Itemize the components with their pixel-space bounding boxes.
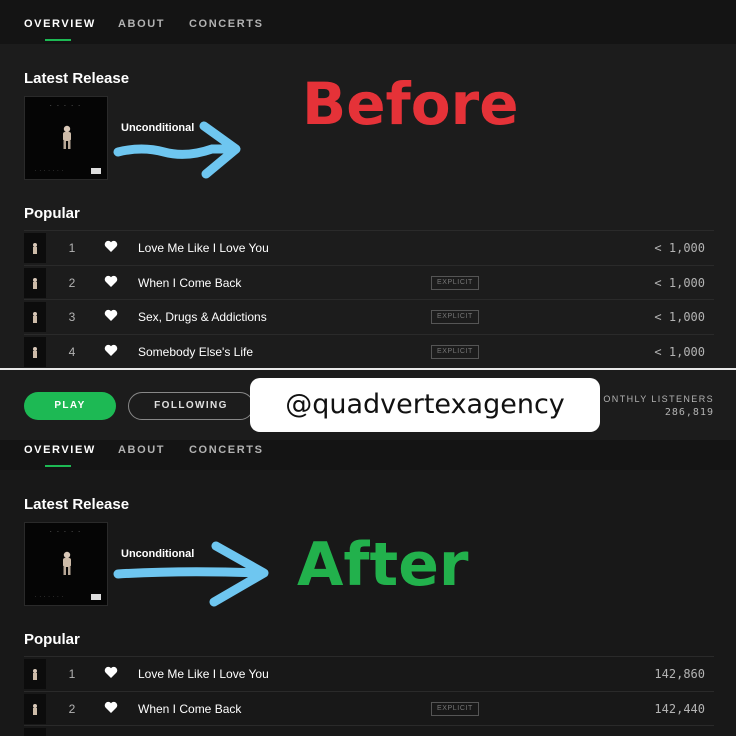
tab-overview[interactable]: OVERVIEW [24,18,96,30]
track-name: Sex, Drugs & Addictions [138,310,267,325]
track-play-count: < 1,000 [654,275,705,290]
heart-icon[interactable] [104,275,118,288]
track-number: 4 [68,344,76,359]
latest-release-heading: Latest Release [24,70,130,87]
track-row[interactable]: 1 Love Me Like I Love You 142,860 [24,656,714,691]
track-thumbnail [24,728,46,736]
track-number: 2 [68,275,76,290]
track-number: 2 [68,701,76,716]
cover-figure-icon [63,125,71,149]
album-cover[interactable]: · · · · · · · · · · · · [24,522,108,606]
heart-icon[interactable] [104,309,118,322]
heart-icon[interactable] [104,701,118,714]
track-row[interactable]: 2 When I Come Back EXPLICIT 142,440 [24,690,714,726]
explicit-badge: EXPLICIT [431,310,479,325]
track-thumbnail [24,336,46,367]
tab-overview[interactable]: OVERVIEW [24,444,96,456]
tab-about[interactable]: ABOUT [118,18,165,30]
track-row[interactable]: 4 Somebody Else's Life EXPLICIT < 1,000 [24,333,714,368]
before-label: Before [302,70,519,138]
track-name: When I Come Back [138,701,242,716]
track-number: 3 [68,310,76,325]
explicit-badge: EXPLICIT [431,701,479,716]
track-name: Love Me Like I Love You [138,241,269,255]
popular-heading: Popular [24,205,80,222]
cover-figure-icon [63,551,71,575]
before-panel: OVERVIEW ABOUT CONCERTS Latest Release ·… [0,0,736,368]
track-row[interactable]: 1 Love Me Like I Love You < 1,000 [24,230,714,265]
track-thumbnail [24,267,46,298]
track-play-count: < 1,000 [654,241,705,255]
latest-release-heading: Latest Release [24,496,130,513]
heart-icon[interactable] [104,344,118,357]
explicit-badge: EXPLICIT [431,275,479,290]
play-button[interactable]: PLAY [24,392,116,420]
track-name: Somebody Else's Life [138,344,254,359]
popular-tracks-list: 1 Love Me Like I Love You < 1,000 2 When… [24,230,714,368]
tab-concerts[interactable]: CONCERTS [189,18,264,30]
explicit-badge: EXPLICIT [431,344,479,359]
track-thumbnail [24,659,46,689]
track-play-count: < 1,000 [654,310,705,325]
tab-about[interactable]: ABOUT [118,444,165,456]
popular-tracks-list: 1 Love Me Like I Love You 142,860 2 When… [24,656,714,736]
active-tab-indicator [45,465,71,467]
popular-heading: Popular [24,631,80,648]
track-number: 1 [68,667,76,681]
tab-concerts[interactable]: CONCERTS [189,444,264,456]
arrow-annotation-icon [113,541,269,607]
track-name: Love Me Like I Love You [138,667,269,681]
artist-tabs: OVERVIEW ABOUT CONCERTS [0,0,736,44]
record-label-icon [91,168,101,174]
track-play-count: < 1,000 [654,344,705,359]
track-row[interactable] [24,725,714,736]
track-play-count: 142,440 [654,701,705,716]
monthly-listeners-count: 286,819 [664,407,714,418]
monthly-listeners-label: ONTHLY LISTENERS [603,394,714,404]
album-cover[interactable]: · · · · · · · · · · · · [24,96,108,180]
track-row[interactable]: 3 Sex, Drugs & Addictions EXPLICIT < 1,0… [24,299,714,334]
track-number: 1 [68,241,76,255]
track-play-count: 142,860 [654,667,705,681]
active-tab-indicator [45,39,71,41]
track-thumbnail [24,302,46,333]
track-thumbnail [24,233,46,263]
arrow-annotation-icon [113,121,241,179]
watermark-label: @quadvertexagency [250,378,600,432]
following-button[interactable]: FOLLOWING [128,392,254,420]
track-row[interactable]: 2 When I Come Back EXPLICIT < 1,000 [24,264,714,300]
track-thumbnail [24,693,46,724]
record-label-icon [91,594,101,600]
heart-icon[interactable] [104,666,118,679]
heart-icon[interactable] [104,240,118,253]
after-label: After [297,530,469,600]
track-name: When I Come Back [138,275,242,290]
